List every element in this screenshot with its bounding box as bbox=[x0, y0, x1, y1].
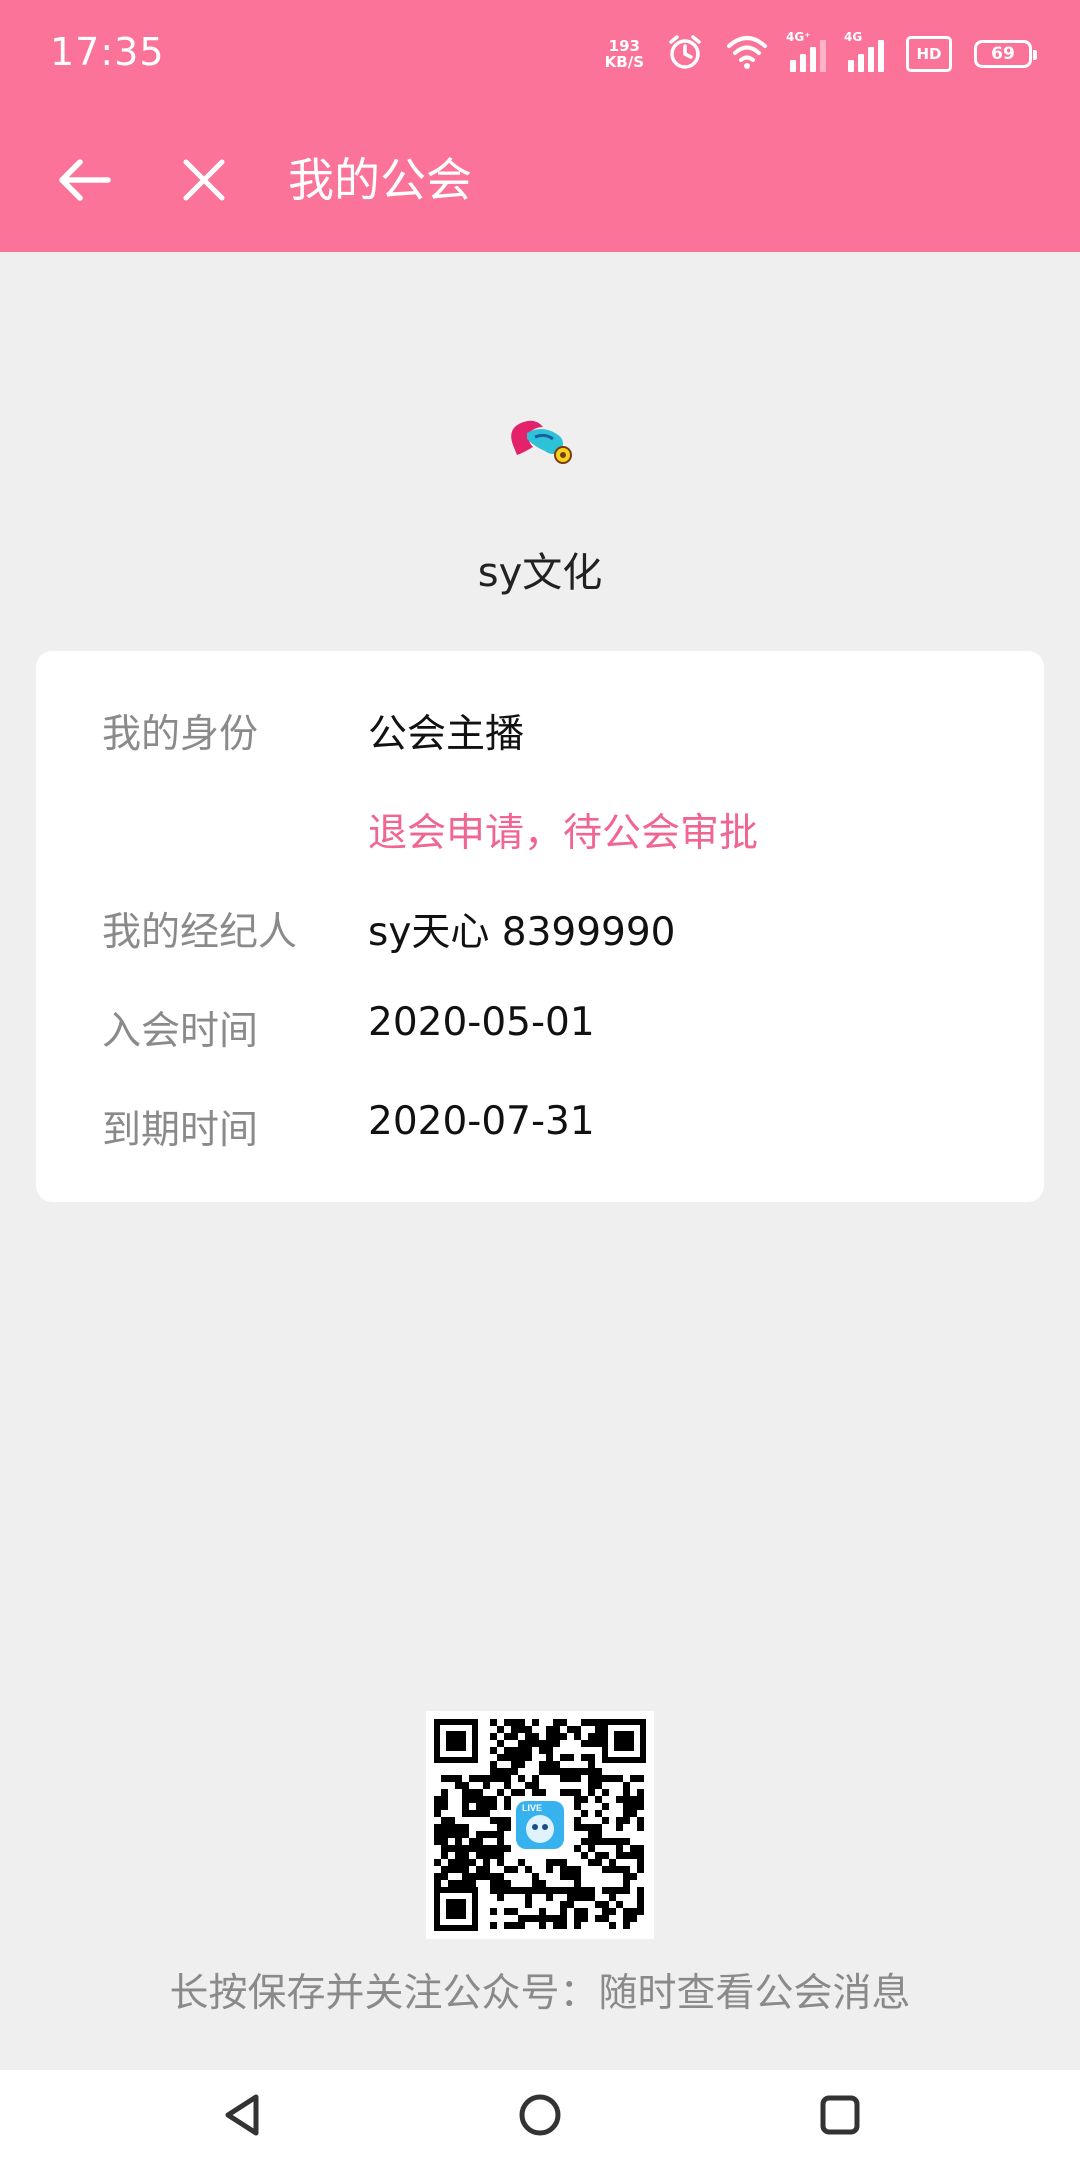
qr-center-badge-text: LIVE bbox=[522, 1803, 542, 1813]
guild-info-card: 我的身份 公会主播 退会申请，待公会审批 我的经纪人 sy天心 8399990 … bbox=[36, 651, 1044, 1202]
nav-back-button[interactable] bbox=[210, 2083, 274, 2147]
agent-value: sy天心 8399990 bbox=[368, 910, 676, 955]
battery-indicator: 69 bbox=[974, 40, 1037, 68]
square-recent-icon bbox=[820, 2095, 860, 2135]
signal-bar bbox=[858, 54, 864, 72]
agent-label: 我的经纪人 bbox=[102, 910, 298, 955]
join-date-label: 入会时间 bbox=[102, 1009, 259, 1054]
signal-bar bbox=[878, 40, 884, 72]
circle-home-icon bbox=[519, 2094, 561, 2136]
network-speed: 193 KB/S bbox=[605, 38, 644, 70]
expire-date-row: 到期时间 2020-07-31 bbox=[36, 1099, 1044, 1159]
status-time: 17:35 bbox=[50, 30, 165, 74]
network-speed-unit: KB/S bbox=[604, 53, 644, 71]
quit-request-status: 退会申请，待公会审批 bbox=[368, 811, 759, 856]
signal-strength-2: 4G bbox=[844, 30, 884, 72]
qr-caption: 长按保存并关注公众号：随时查看公会消息 bbox=[169, 1971, 911, 2016]
network-speed-value: 193 bbox=[608, 37, 640, 55]
qr-code[interactable]: LIVE bbox=[426, 1711, 654, 1939]
identity-label: 我的身份 bbox=[102, 712, 259, 757]
signal-1-tag: 4G⁺ bbox=[786, 30, 811, 44]
status-bar: 17:35 193 KB/S 4G⁺ 4G HD 69 bbox=[0, 0, 1080, 110]
hd-badge: HD bbox=[906, 36, 952, 72]
signal-bar bbox=[820, 40, 826, 72]
agent-row: 我的经纪人 sy天心 8399990 bbox=[36, 901, 1044, 961]
wifi-icon bbox=[726, 34, 768, 74]
qr-code-image: LIVE bbox=[426, 1711, 654, 1939]
signal-bar bbox=[868, 47, 874, 72]
triangle-back-icon bbox=[225, 2094, 259, 2136]
alarm-icon bbox=[666, 33, 704, 75]
navigation-bar bbox=[0, 2070, 1080, 2160]
join-date-value: 2020-05-01 bbox=[368, 1000, 595, 1045]
app-bar: 我的公会 bbox=[0, 110, 1080, 252]
identity-row: 我的身份 公会主播 bbox=[36, 703, 1044, 763]
close-icon bbox=[183, 159, 225, 201]
signal-2-tag: 4G bbox=[844, 30, 863, 44]
expire-date-value: 2020-07-31 bbox=[368, 1099, 595, 1144]
nav-home-button[interactable] bbox=[508, 2083, 572, 2147]
identity-value: 公会主播 bbox=[368, 712, 525, 757]
signal-bar bbox=[790, 60, 796, 72]
page-title: 我的公会 bbox=[288, 153, 472, 207]
signal-strength-1: 4G⁺ bbox=[786, 30, 826, 72]
arrow-left-icon bbox=[59, 159, 111, 201]
back-button[interactable] bbox=[48, 144, 120, 216]
join-date-row: 入会时间 2020-05-01 bbox=[36, 1000, 1044, 1060]
expire-date-label: 到期时间 bbox=[102, 1108, 259, 1153]
signal-bar bbox=[800, 54, 806, 72]
top-bar: 17:35 193 KB/S 4G⁺ 4G HD 69 我的公会 bbox=[0, 0, 1080, 252]
status-icons: 193 KB/S 4G⁺ 4G HD 69 bbox=[605, 30, 1037, 76]
battery-level: 69 bbox=[991, 44, 1015, 64]
signal-bar bbox=[848, 60, 854, 72]
guild-name: sy文化 bbox=[477, 550, 603, 596]
status-row: 退会申请，待公会审批 bbox=[36, 802, 1044, 862]
signal-bar bbox=[810, 47, 816, 72]
guild-logo bbox=[505, 415, 575, 467]
close-button[interactable] bbox=[168, 144, 240, 216]
nav-recent-button[interactable] bbox=[808, 2083, 872, 2147]
